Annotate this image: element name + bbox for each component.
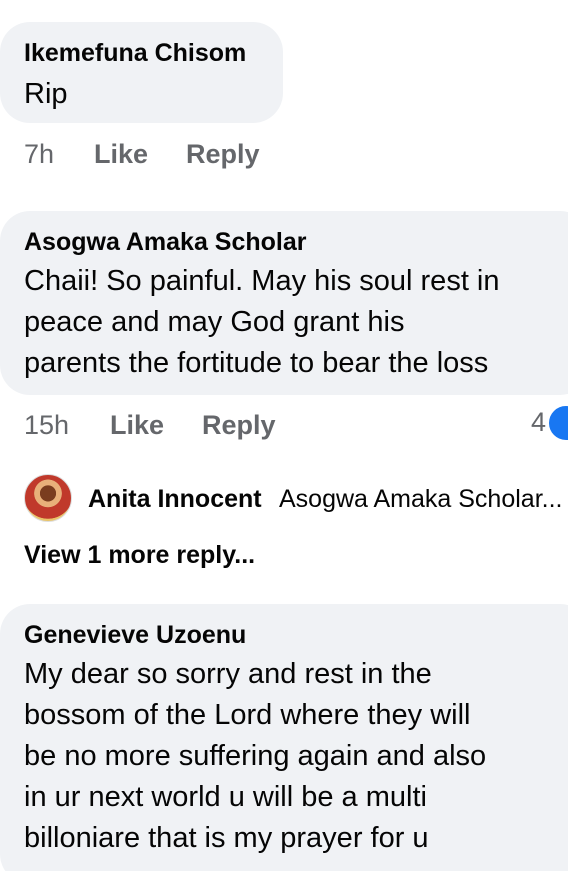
reaction-count: 4 bbox=[530, 407, 546, 437]
comment-text-line: My dear so sorry and rest in the bbox=[24, 658, 432, 690]
comment-actions: 7h Like Reply bbox=[24, 138, 324, 170]
reply-preview-text: Asogwa Amaka Scholar... bbox=[279, 485, 563, 513]
comment-author[interactable]: Asogwa Amaka Scholar bbox=[24, 227, 307, 257]
comment-timestamp[interactable]: 15h bbox=[24, 409, 69, 441]
comments-thread: Ikemefuna Chisom Rip 7h Like Reply Asogw… bbox=[0, 0, 568, 871]
reply-button[interactable]: Reply bbox=[202, 409, 276, 441]
like-button[interactable]: Like bbox=[110, 409, 164, 441]
comment-text-line: bossom of the Lord where they will bbox=[24, 699, 471, 731]
comment-bubble: Asogwa Amaka Scholar Chaii! So painful. … bbox=[0, 211, 568, 395]
comment-text-line: peace and may God grant his bbox=[24, 306, 405, 338]
reply-author[interactable]: Anita Innocent bbox=[88, 484, 262, 514]
comment-author[interactable]: Genevieve Uzoenu bbox=[24, 620, 246, 650]
comment-text-line: Chaii! So painful. May his soul rest in bbox=[24, 265, 500, 297]
like-button[interactable]: Like bbox=[94, 138, 148, 170]
comment-text-line: parents the fortitude to bear the loss bbox=[24, 347, 489, 379]
comment-timestamp[interactable]: 7h bbox=[24, 138, 54, 170]
reaction-summary[interactable]: 4 bbox=[488, 403, 568, 443]
comment-bubble: Genevieve Uzoenu My dear so sorry and re… bbox=[0, 604, 568, 871]
comment-text-line: in ur next world u will be a multi bbox=[24, 781, 427, 813]
comment-text-line: billoniare that is my prayer for u bbox=[24, 822, 429, 854]
comment-text-line: be no more suffering again and also bbox=[24, 740, 487, 772]
avatar[interactable] bbox=[24, 474, 72, 522]
comment-author[interactable]: Ikemefuna Chisom bbox=[24, 38, 246, 68]
view-more-replies-link[interactable]: View 1 more reply... bbox=[24, 540, 255, 570]
reply-preview-row[interactable]: Anita Innocent Asogwa Amaka Scholar... bbox=[24, 474, 568, 524]
comment-bubble: Ikemefuna Chisom Rip bbox=[0, 22, 283, 123]
comment-text: Rip bbox=[24, 78, 68, 110]
reply-button[interactable]: Reply bbox=[186, 138, 260, 170]
comment-actions: 15h Like Reply bbox=[24, 409, 344, 441]
like-icon bbox=[546, 403, 568, 443]
